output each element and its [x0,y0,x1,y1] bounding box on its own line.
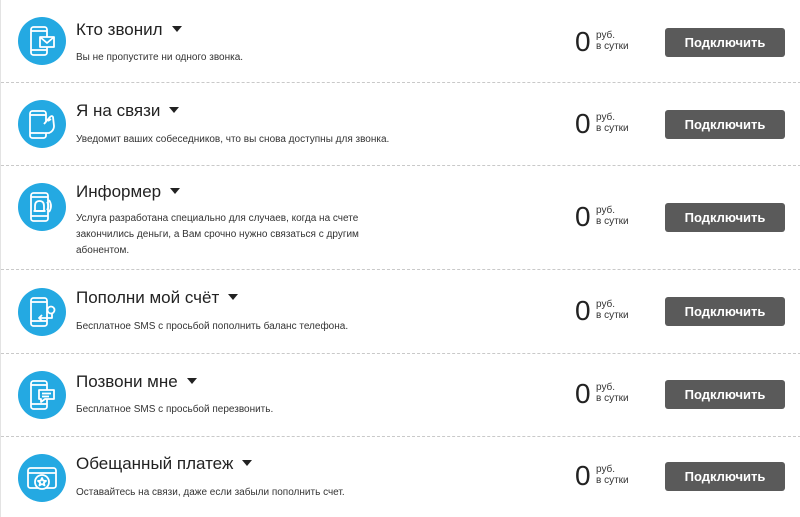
service-description: Уведомит ваших собеседников, что вы снов… [76,134,390,145]
service-row-promised-payment: Обещанный платеж Оставайтесь на связи, д… [1,437,800,517]
connect-button[interactable]: Подключить [665,110,785,139]
service-price: 0 руб. в сутки [575,380,655,408]
phone-topup-icon [18,288,66,336]
price-value: 0 [575,201,591,232]
services-list: Кто звонил Вы не пропустите ни одного зв… [0,0,800,517]
chevron-down-icon[interactable] [171,26,182,32]
service-title[interactable]: Я на связи [76,101,180,121]
price-value: 0 [575,26,591,57]
service-title[interactable]: Кто звонил [76,20,182,40]
service-price: 0 руб. в сутки [575,28,655,56]
price-value: 0 [575,108,591,139]
price-value: 0 [575,378,591,409]
service-description: Оставайтесь на связи, даже если забыли п… [76,487,345,498]
chevron-down-icon[interactable] [186,378,197,384]
connect-button[interactable]: Подключить [665,297,785,326]
connect-button[interactable]: Подключить [665,203,785,232]
phone-hand-icon [18,100,66,148]
phone-bell-icon [18,183,66,231]
price-unit: руб. в сутки [596,299,629,321]
card-star-icon [18,454,66,502]
service-price: 0 руб. в сутки [575,297,655,325]
service-row-who-called: Кто звонил Вы не пропустите ни одного зв… [1,0,800,82]
chevron-down-icon[interactable] [169,107,180,113]
service-price: 0 руб. в сутки [575,203,655,231]
price-value: 0 [575,295,591,326]
connect-button[interactable]: Подключить [665,380,785,409]
connect-button[interactable]: Подключить [665,462,785,491]
connect-button[interactable]: Подключить [665,28,785,57]
service-description: Бесплатное SMS с просьбой пополнить бала… [76,321,349,332]
price-unit: руб. в сутки [596,112,629,134]
service-title[interactable]: Информер [76,182,181,202]
service-row-top-up: Пополни мой счёт Бесплатное SMS с просьб… [1,270,800,353]
price-value: 0 [575,460,591,491]
service-description: Услуга разработана специально для случае… [76,213,359,256]
price-unit: руб. в сутки [596,205,629,227]
service-price: 0 руб. в сутки [575,462,655,490]
service-title[interactable]: Обещанный платеж [76,454,253,474]
chevron-down-icon[interactable] [228,294,239,300]
service-description: Вы не пропустите ни одного звонка. [76,52,244,63]
service-row-im-available: Я на связи Уведомит ваших собеседников, … [1,83,800,165]
service-price: 0 руб. в сутки [575,110,655,138]
price-unit: руб. в сутки [596,30,629,52]
service-title[interactable]: Пополни мой счёт [76,288,239,308]
price-unit: руб. в сутки [596,464,629,486]
chevron-down-icon[interactable] [170,188,181,194]
phone-envelope-icon [18,17,66,65]
service-description: Бесплатное SMS с просьбой перезвонить. [76,404,274,415]
service-row-informer: Информер Услуга разработана специально д… [1,166,800,269]
service-row-call-me: Позвони мне Бесплатное SMS с просьбой пе… [1,354,800,436]
phone-message-icon [18,371,66,419]
service-title[interactable]: Позвони мне [76,372,197,392]
price-unit: руб. в сутки [596,382,629,404]
chevron-down-icon[interactable] [242,460,253,466]
